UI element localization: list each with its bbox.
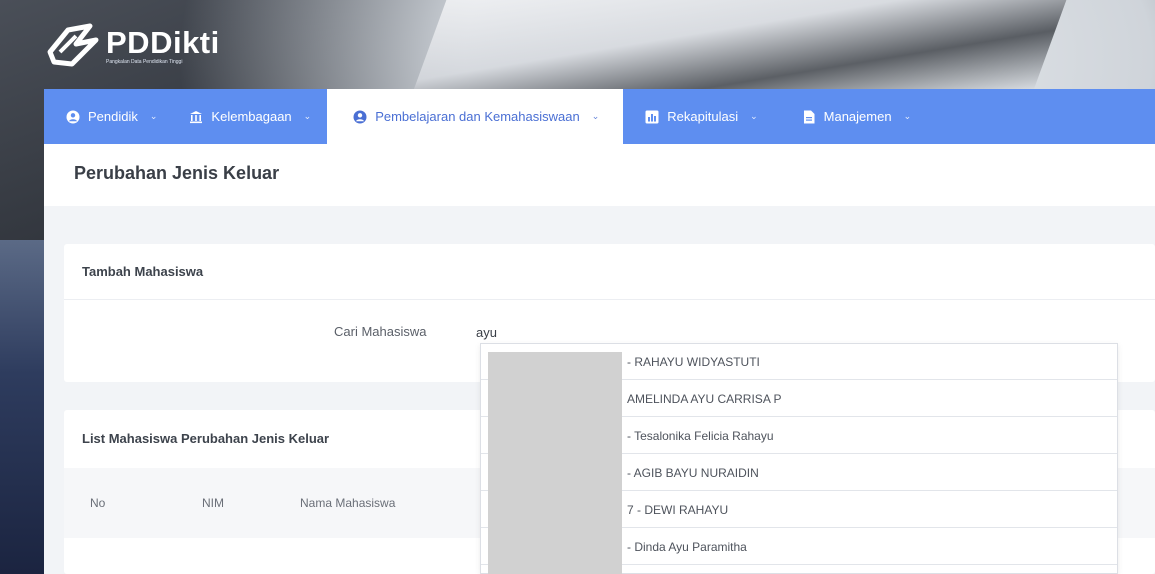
nav-manajemen[interactable]: Manajemen ⌄ <box>774 89 927 144</box>
chevron-down-icon: ⌄ <box>903 111 912 121</box>
document-icon <box>802 110 816 124</box>
search-student-input[interactable] <box>476 320 726 344</box>
nav-kelembagaan[interactable]: Kelembagaan ⌄ <box>173 89 327 144</box>
institution-icon <box>189 110 203 124</box>
user-circle-icon <box>353 110 367 124</box>
column-header-nama[interactable]: Nama Mahasiswa <box>300 496 395 510</box>
chevron-down-icon: ⌄ <box>149 111 158 121</box>
card-title: Tambah Mahasiswa <box>64 244 1155 300</box>
header-background-graphic <box>413 0 1067 90</box>
nav-rekapitulasi[interactable]: Rekapitulasi ⌄ <box>623 89 773 144</box>
chevron-down-icon: ⌄ <box>591 111 600 121</box>
page-header: Perubahan Jenis Keluar <box>44 144 1155 206</box>
nav-label: Pendidik <box>88 109 138 124</box>
nav-pembelajaran-kemahasiswaan[interactable]: Pembelajaran dan Kemahasiswaan ⌄ <box>327 89 624 144</box>
redacted-area <box>488 352 622 574</box>
pddikti-logo-icon <box>46 22 100 68</box>
nav-label: Pembelajaran dan Kemahasiswaan <box>375 109 580 124</box>
brand-logo[interactable]: PDDikti Pangkalan Data Pendidikan Tinggi <box>46 22 220 68</box>
column-header-no[interactable]: No <box>90 496 105 510</box>
chevron-down-icon: ⌄ <box>303 111 312 121</box>
nav-label: Kelembagaan <box>211 109 292 124</box>
search-label: Cari Mahasiswa <box>334 324 427 339</box>
nav-label: Rekapitulasi <box>667 109 739 124</box>
nav-pendidik[interactable]: Pendidik ⌄ <box>44 89 173 144</box>
main-navigation: Pendidik ⌄ Kelembagaan ⌄ Pembelajaran da… <box>44 89 1155 144</box>
brand-name: PDDikti <box>106 25 220 60</box>
brand-subtitle: Pangkalan Data Pendidikan Tinggi <box>106 59 183 65</box>
column-header-nim[interactable]: NIM <box>202 496 224 510</box>
chart-icon <box>645 110 659 124</box>
user-circle-icon <box>66 110 80 124</box>
chevron-down-icon: ⌄ <box>750 111 758 121</box>
nav-label: Manajemen <box>823 109 892 124</box>
page-title: Perubahan Jenis Keluar <box>74 163 280 183</box>
